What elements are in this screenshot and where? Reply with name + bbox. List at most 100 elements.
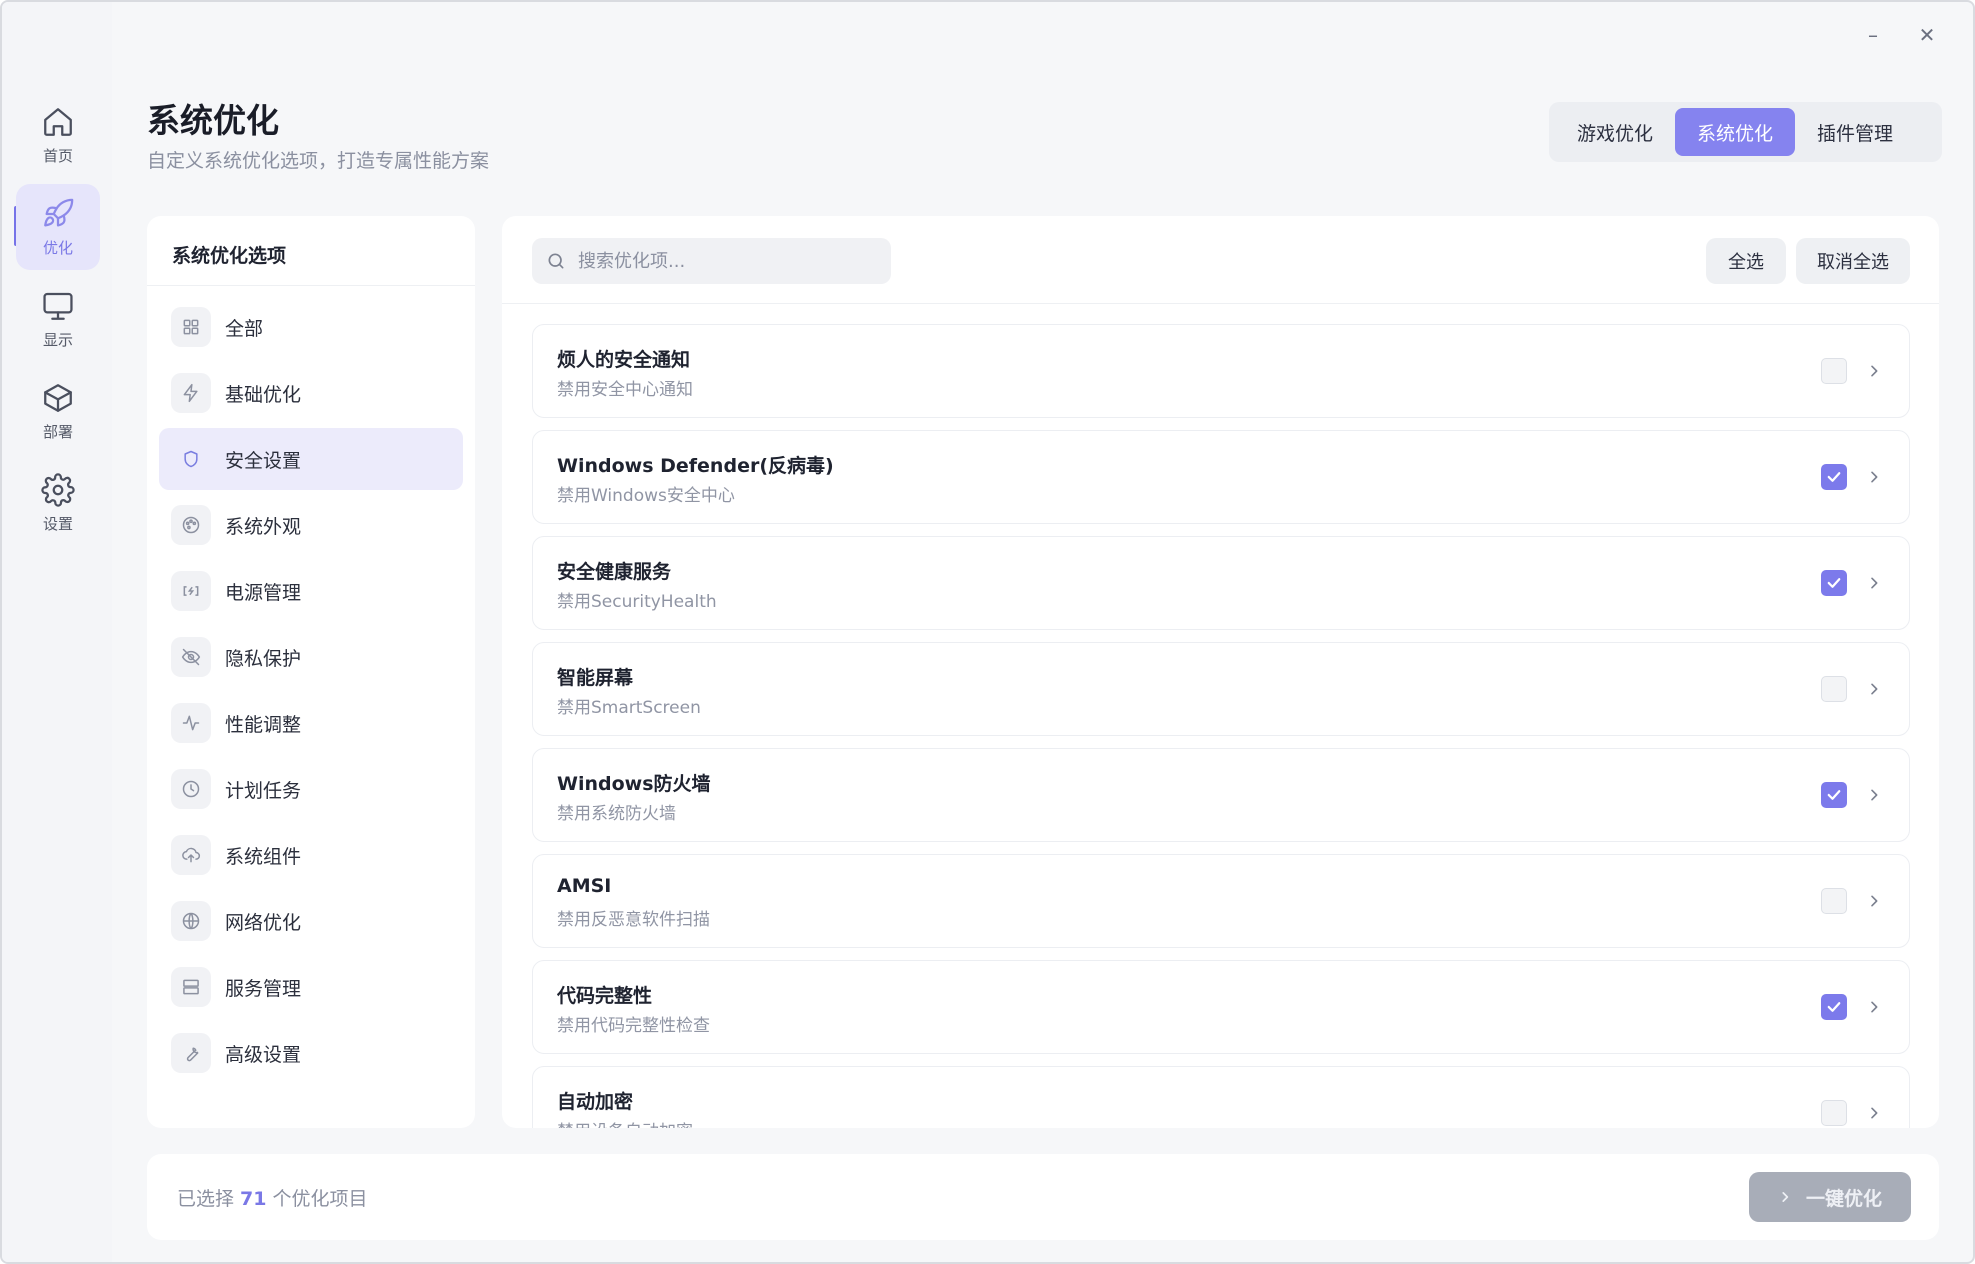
nav-display[interactable]: 显示 [16,276,100,362]
lightning-icon [171,373,211,413]
chevron-right-icon[interactable] [1861,569,1887,597]
option-label: 计划任务 [225,779,302,802]
search-input[interactable] [578,250,858,272]
list-item[interactable]: AMSI 禁用反恶意软件扫描 [532,854,1910,948]
globe-icon [171,901,211,941]
chevron-right-icon[interactable] [1861,887,1887,915]
nav-deploy-label: 部署 [42,422,73,441]
chevron-right-icon[interactable] [1861,781,1887,809]
search-icon [548,253,564,269]
palette-icon [171,505,211,545]
item-description: 禁用设备自动加密 [557,1117,693,1128]
nav-rail: 首页 优化 显示 部署 设置 [2,2,112,1262]
chevron-right-icon [1782,1192,1789,1202]
shield-icon [171,439,211,479]
selection-suffix: 个优化项目 [272,1188,368,1210]
selection-summary: 已选择 71 个优化项目 [177,1184,367,1211]
search-box [532,238,891,284]
list-item[interactable]: Windows Defender(反病毒) 禁用Windows安全中心 [532,430,1910,524]
close-button[interactable]: ✕ [1907,20,1947,50]
option-services[interactable]: 服务管理 [159,956,463,1018]
gear-icon [41,472,75,507]
package-icon [44,383,72,412]
item-checkbox[interactable] [1821,888,1847,914]
option-label: 电源管理 [225,581,302,604]
options-panel: 系统优化选项 全部 基础优化 安全设置 系统外观 电源管理 隐私保护 性能调整 … [147,216,475,1128]
cloud-upload-icon [171,835,211,875]
item-description: 禁用SmartScreen [557,698,701,718]
status-footer: 已选择 71 个优化项目 一键优化 [147,1154,1939,1240]
option-appearance[interactable]: 系统外观 [159,494,463,556]
item-checkbox[interactable] [1821,782,1847,808]
page-subtitle: 自定义系统优化选项，打造专属性能方案 [147,150,490,172]
chevron-right-icon[interactable] [1861,1099,1887,1127]
tab-game-optimize[interactable]: 游戏优化 [1555,108,1675,156]
item-title: Windows防火墙 [557,773,711,795]
top-tabbar: 游戏优化 系统优化 插件管理 [1549,102,1942,162]
optimization-items: 烦人的安全通知 禁用安全中心通知 Windows Defender(反病毒) 禁… [532,324,1910,1128]
deselect-all-button[interactable]: 取消全选 [1796,238,1910,284]
item-checkbox[interactable] [1821,676,1847,702]
options-panel-title: 系统优化选项 [147,216,475,286]
item-checkbox[interactable] [1821,570,1847,596]
list-item[interactable]: 烦人的安全通知 禁用安全中心通知 [532,324,1910,418]
nav-settings[interactable]: 设置 [16,460,100,546]
option-power[interactable]: 电源管理 [159,560,463,622]
select-all-button[interactable]: 全选 [1706,238,1786,284]
nav-display-label: 显示 [42,330,73,349]
item-checkbox[interactable] [1821,1100,1847,1126]
list-item[interactable]: 安全健康服务 禁用SecurityHealth [532,536,1910,630]
tab-system-optimize[interactable]: 系统优化 [1675,108,1796,156]
minimize-button[interactable]: – [1853,20,1893,50]
option-privacy[interactable]: 隐私保护 [159,626,463,688]
toolbar: 全选 取消全选 [502,216,1939,304]
chevron-right-icon[interactable] [1861,993,1887,1021]
item-title: 烦人的安全通知 [557,349,691,371]
item-description: 禁用Windows安全中心 [557,486,735,506]
nav-home-label: 首页 [42,146,73,165]
check-icon [1827,578,1841,588]
nav-home[interactable]: 首页 [16,92,100,178]
option-label: 安全设置 [225,449,302,472]
option-label: 系统外观 [225,515,302,538]
chevron-right-icon[interactable] [1861,463,1887,491]
list-item[interactable]: 代码完整性 禁用代码完整性检查 [532,960,1910,1054]
option-scheduled-tasks[interactable]: 计划任务 [159,758,463,820]
wrench-icon [171,1033,211,1073]
check-icon [1827,1002,1841,1012]
list-item[interactable]: Windows防火墙 禁用系统防火墙 [532,748,1910,842]
option-all[interactable]: 全部 [159,296,463,358]
nav-optimize[interactable]: 优化 [16,184,100,270]
optimization-list-panel: 全选 取消全选 烦人的安全通知 禁用安全中心通知 Windows Defende… [502,216,1939,1128]
option-label: 服务管理 [225,977,302,1000]
tab-plugin-manage[interactable]: 插件管理 [1795,108,1915,156]
item-checkbox[interactable] [1821,358,1847,384]
server-icon [171,967,211,1007]
item-title: 安全健康服务 [557,561,672,583]
list-item[interactable]: 自动加密 禁用设备自动加密 [532,1066,1910,1128]
chevron-right-icon[interactable] [1861,675,1887,703]
eye-off-icon [171,637,211,677]
item-title: 代码完整性 [557,985,653,1007]
list-item[interactable]: 智能屏幕 禁用SmartScreen [532,642,1910,736]
item-checkbox[interactable] [1821,994,1847,1020]
option-basic[interactable]: 基础优化 [159,362,463,424]
item-description: 禁用SecurityHealth [557,592,717,612]
option-components[interactable]: 系统组件 [159,824,463,886]
battery-icon [171,571,211,611]
option-network[interactable]: 网络优化 [159,890,463,952]
page-title: 系统优化 [147,101,279,140]
clock-icon [171,769,211,809]
chevron-right-icon[interactable] [1861,357,1887,385]
option-advanced[interactable]: 高级设置 [159,1022,463,1084]
option-performance[interactable]: 性能调整 [159,692,463,754]
app-window: – ✕ 首页 优化 显示 部署 设置 系统优化 自定义系统优化选项，打造专属性能… [0,0,1975,1264]
home-icon [44,107,72,136]
nav-deploy[interactable]: 部署 [16,368,100,454]
option-label: 性能调整 [225,713,302,736]
one-click-optimize-button[interactable]: 一键优化 [1749,1172,1911,1222]
option-security[interactable]: 安全设置 [159,428,463,490]
options-list: 全部 基础优化 安全设置 系统外观 电源管理 隐私保护 性能调整 计划任务 系统… [147,286,475,1098]
item-title: 智能屏幕 [557,667,634,689]
item-checkbox[interactable] [1821,464,1847,490]
